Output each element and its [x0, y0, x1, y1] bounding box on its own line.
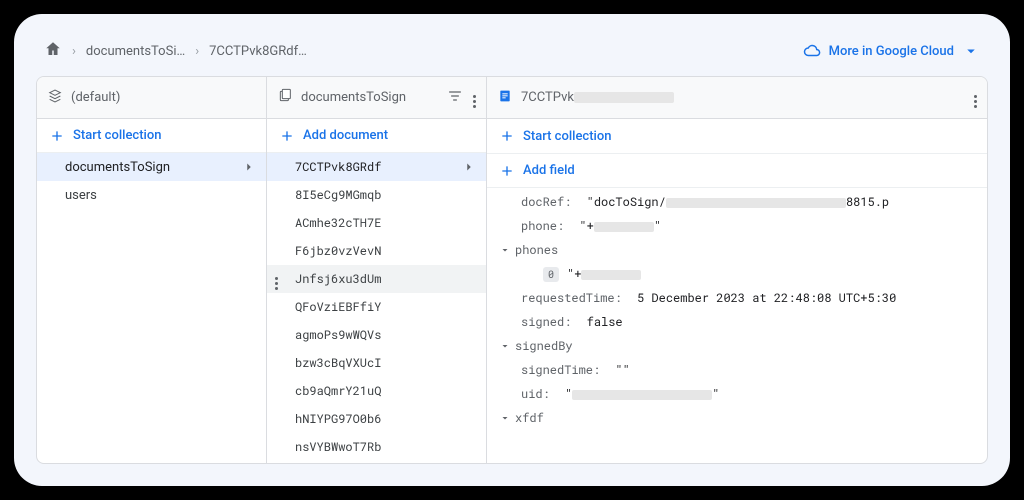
add-field-label: Add field: [523, 163, 575, 178]
document-panel: 7CCTPvk Start collection Add field: [487, 77, 987, 463]
document-list: 7CCTPvk8GRdf8I5eCg9MGmqbACmhe32cTH7EF6jb…: [267, 153, 486, 463]
field-list: docRef: "docToSign/8815.p phone: "+" pho…: [487, 188, 987, 463]
array-index-badge: 0: [543, 267, 559, 282]
cloud-link-label: More in Google Cloud: [829, 44, 954, 59]
document-item[interactable]: o4hsTZ0yXxjQ: [267, 461, 486, 463]
breadcrumb-item[interactable]: documentsToSi…: [86, 44, 185, 59]
field-row-expandable[interactable]: phones: [495, 238, 979, 262]
plus-icon: [499, 128, 515, 144]
chevron-right-icon: ›: [195, 44, 199, 59]
collection-item[interactable]: users: [37, 181, 266, 209]
collection-title: documentsToSign: [301, 90, 439, 105]
root-list: documentsToSignusers: [37, 153, 266, 463]
document-title: 7CCTPvk: [521, 90, 966, 105]
document-item[interactable]: 7CCTPvk8GRdf: [267, 153, 486, 181]
field-row[interactable]: 0 "+: [495, 262, 979, 286]
root-title: (default): [71, 90, 256, 105]
document-item[interactable]: cb9aQmrY21uQ: [267, 377, 486, 405]
root-panel: (default) Start collection documentsToSi…: [37, 77, 267, 463]
document-item[interactable]: hNIYPG97O0b6: [267, 405, 486, 433]
chevron-right-icon: [462, 160, 476, 174]
document-item[interactable]: 8I5eCg9MGmqb: [267, 181, 486, 209]
plus-icon: [499, 163, 515, 179]
document-item[interactable]: nsVYBWwoT7Rb: [267, 433, 486, 461]
document-item[interactable]: bzw3cBqVXUcI: [267, 349, 486, 377]
document-item[interactable]: QFoVziEBFfiY: [267, 293, 486, 321]
caret-down-icon: [499, 244, 511, 256]
chevron-right-icon: [242, 160, 256, 174]
chevron-right-icon: ›: [72, 44, 76, 59]
start-collection-button[interactable]: Start collection: [37, 119, 266, 153]
breadcrumb-item[interactable]: 7CCTPvk8GRdf…: [209, 44, 307, 59]
field-row-expandable[interactable]: xfdf: [495, 406, 979, 430]
plus-icon: [49, 128, 65, 144]
breadcrumb: › documentsToSi… › 7CCTPvk8GRdf…: [44, 40, 307, 62]
cloud-icon: [803, 42, 821, 60]
caret-down-icon: [499, 340, 511, 352]
document-item[interactable]: agmoPs9wWQVs: [267, 321, 486, 349]
add-document-button[interactable]: Add document: [267, 119, 486, 153]
home-icon[interactable]: [44, 40, 62, 62]
start-collection-label: Start collection: [73, 128, 161, 143]
start-collection-label: Start collection: [523, 129, 611, 144]
menu-icon[interactable]: [473, 87, 476, 108]
document-item[interactable]: ACmhe32cTH7E: [267, 209, 486, 237]
field-row-expandable[interactable]: signedBy: [495, 334, 979, 358]
field-row[interactable]: signed: false: [495, 310, 979, 334]
field-row[interactable]: signedTime: "": [495, 358, 979, 382]
start-collection-button[interactable]: Start collection: [487, 119, 987, 153]
plus-icon: [279, 128, 295, 144]
field-row[interactable]: docRef: "docToSign/8815.p: [495, 190, 979, 214]
menu-icon[interactable]: [974, 87, 977, 108]
add-document-label: Add document: [303, 128, 388, 143]
field-row[interactable]: phone: "+": [495, 214, 979, 238]
database-icon: [47, 88, 63, 108]
collection-item[interactable]: documentsToSign: [37, 153, 266, 181]
field-row[interactable]: uid: "": [495, 382, 979, 406]
filter-icon[interactable]: [447, 88, 463, 108]
more-in-google-cloud-link[interactable]: More in Google Cloud: [803, 42, 980, 60]
caret-down-icon: [499, 412, 511, 424]
document-item[interactable]: Jnfsj6xu3dUm: [267, 265, 486, 293]
field-row[interactable]: requestedTime: 5 December 2023 at 22:48:…: [495, 286, 979, 310]
document-item[interactable]: F6jbz0vzVevN: [267, 237, 486, 265]
chevron-down-icon: [962, 42, 980, 60]
collection-icon: [277, 88, 293, 108]
add-field-button[interactable]: Add field: [487, 154, 987, 188]
item-menu-icon[interactable]: [275, 268, 278, 290]
document-icon: [497, 88, 513, 108]
collection-panel: documentsToSign Add document 7CCTPvk8GRd: [267, 77, 487, 463]
